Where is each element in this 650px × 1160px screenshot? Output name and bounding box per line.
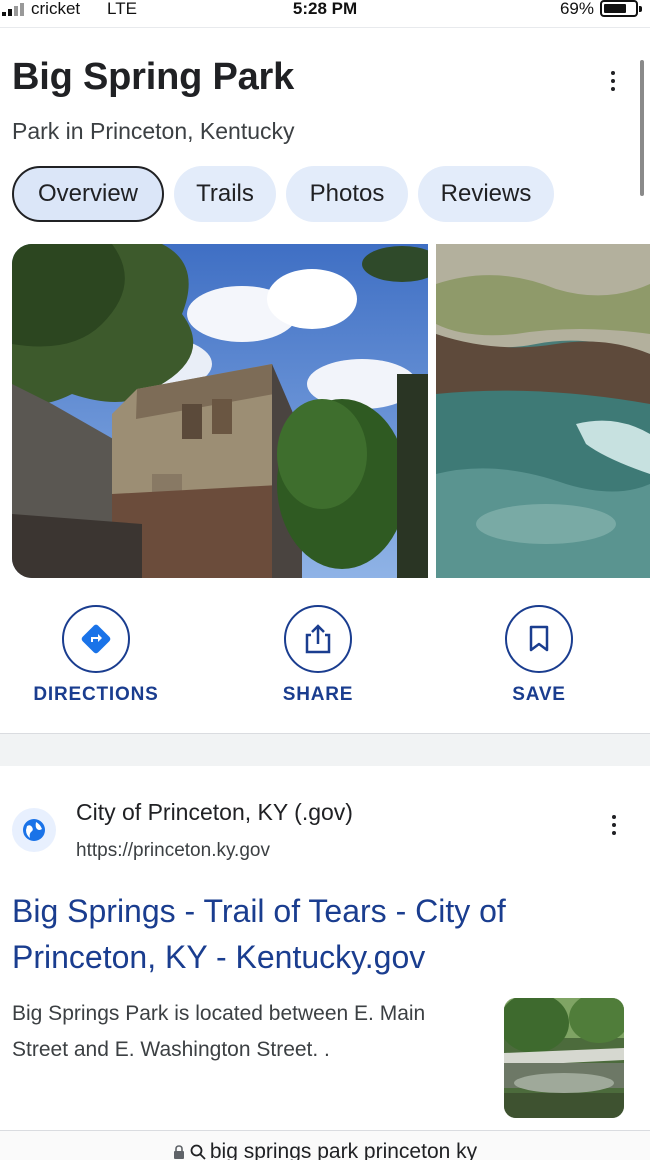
clock: 5:28 PM (292, 0, 358, 18)
battery-percent: 69% (559, 0, 594, 18)
directions-button[interactable]: DIRECTIONS (6, 605, 186, 705)
more-options-icon[interactable] (601, 66, 625, 96)
status-divider (0, 27, 650, 28)
search-icon (190, 1144, 206, 1160)
tab-reviews[interactable]: Reviews (418, 166, 554, 222)
tab-photos[interactable]: Photos (286, 166, 408, 222)
share-button[interactable]: SHARE (228, 605, 408, 705)
share-label: SHARE (282, 684, 354, 705)
save-label: SAVE (512, 684, 566, 705)
section-divider (0, 733, 650, 766)
lock-icon (173, 1145, 184, 1159)
status-bar: cricket LTE 5:28 PM 69% (0, 0, 650, 22)
save-icon-circle[interactable] (505, 605, 573, 673)
url-bar-query: big springs park princeton ky (209, 1140, 478, 1160)
place-subtitle: Park in Princeton, Kentucky (12, 118, 295, 144)
save-button[interactable]: SAVE (449, 605, 629, 705)
park-photo-building[interactable] (12, 244, 428, 578)
directions-label: DIRECTIONS (33, 684, 159, 705)
share-icon (305, 624, 331, 654)
place-title: Big Spring Park (12, 56, 295, 98)
browser-url-bar[interactable]: big springs park princeton ky (0, 1130, 650, 1160)
tab-overview[interactable]: Overview (12, 166, 164, 222)
result-url: https://princeton.ky.gov (76, 840, 270, 861)
battery-icon (600, 0, 642, 17)
globe-icon (12, 808, 56, 852)
park-photo-spring[interactable] (436, 244, 650, 578)
result-title-link[interactable]: Big Springs - Trail of Tears - City of P… (12, 888, 602, 980)
result-more-options-icon[interactable] (602, 810, 626, 840)
result-snippet: Big Springs Park is located between E. M… (12, 1002, 426, 1061)
tab-trails[interactable]: Trails (174, 166, 276, 222)
directions-icon-circle[interactable] (62, 605, 130, 673)
scrollbar[interactable] (640, 60, 644, 196)
result-site-name: City of Princeton, KY (.gov) (76, 799, 353, 825)
bookmark-icon (529, 625, 549, 652)
share-icon-circle[interactable] (284, 605, 352, 673)
result-thumbnail[interactable] (504, 998, 624, 1118)
directions-icon (81, 624, 111, 654)
